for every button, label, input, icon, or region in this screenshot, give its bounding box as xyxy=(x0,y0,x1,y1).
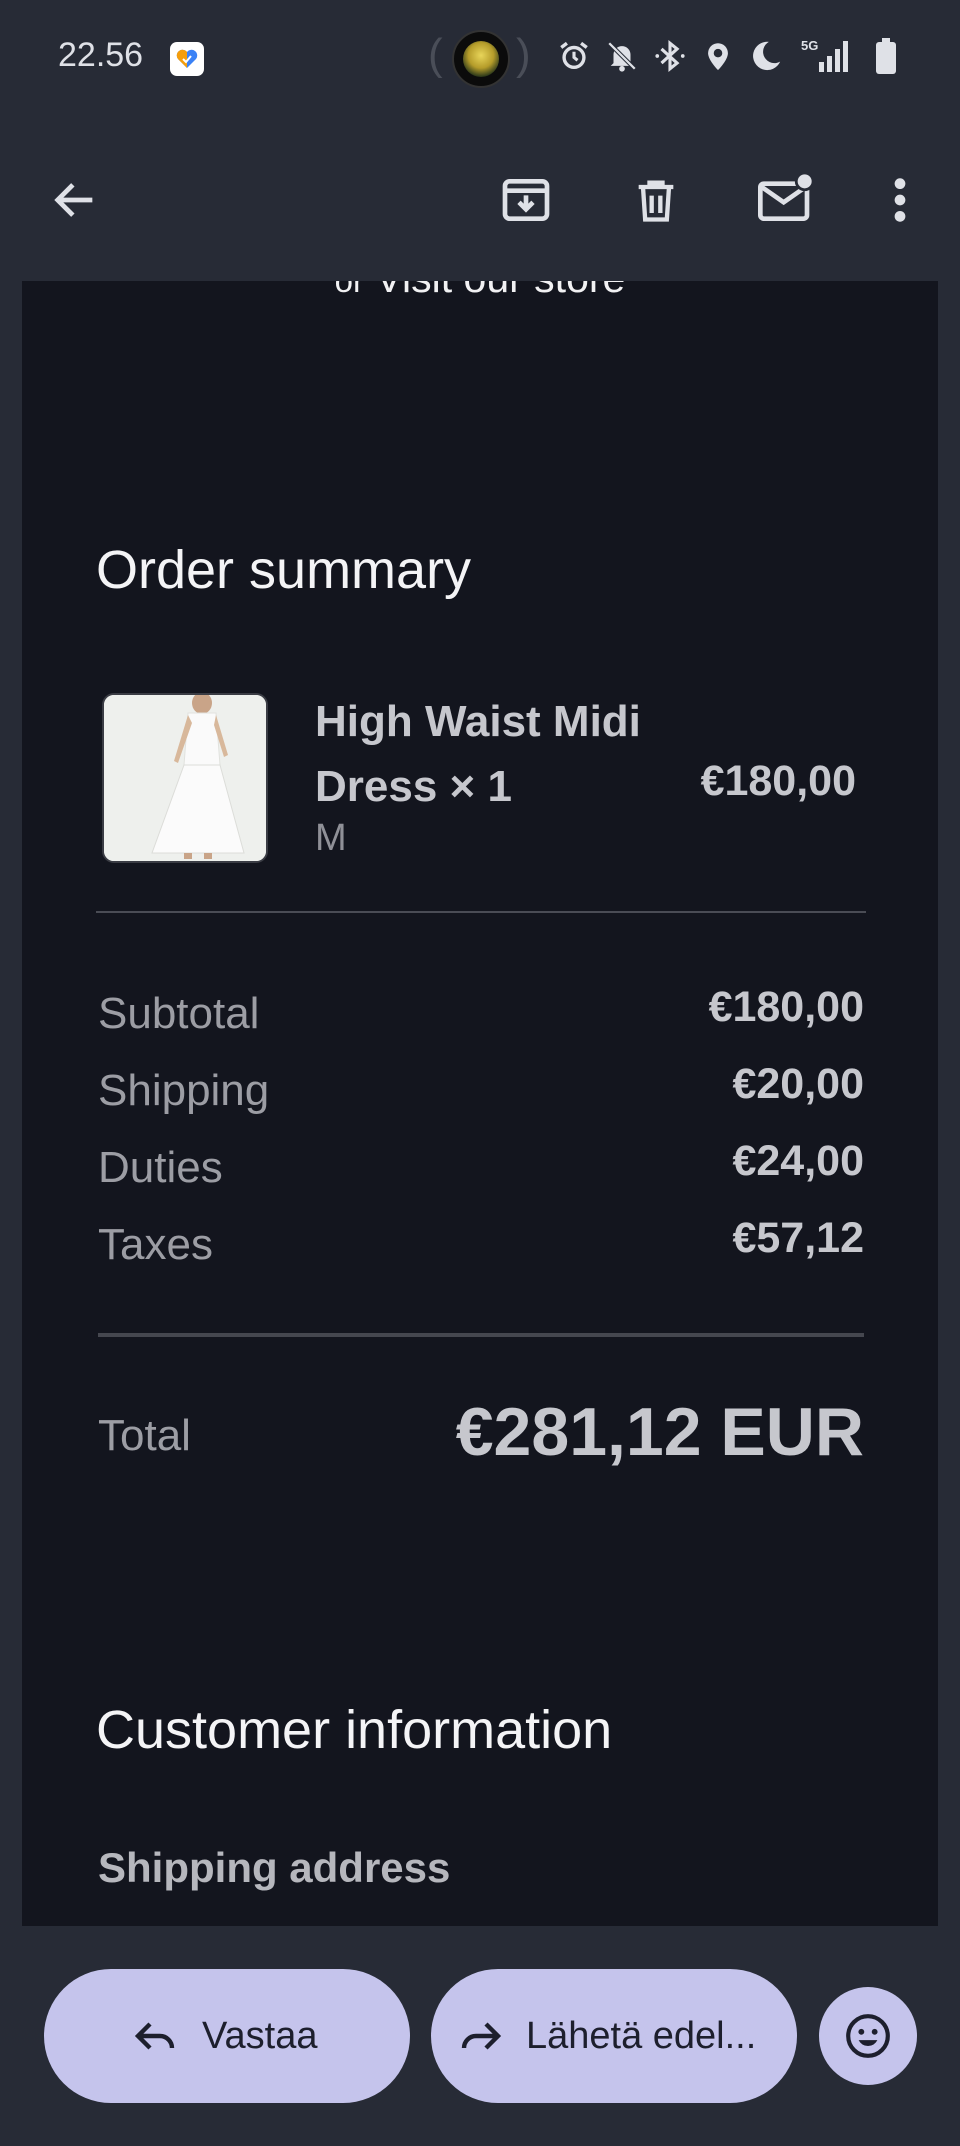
item-price: €180,00 xyxy=(700,757,856,805)
summary-value: €57,12 xyxy=(732,1214,864,1262)
front-camera-area: ( ) xyxy=(428,28,532,88)
shipping-address-label: Shipping address xyxy=(98,1844,451,1891)
do-not-disturb-moon-icon xyxy=(748,36,784,76)
visit-prefix: or xyxy=(335,281,364,299)
summary-row-taxes: Taxes €57,12 xyxy=(98,1214,864,1280)
email-app-bar xyxy=(0,115,960,281)
avatar xyxy=(452,30,510,88)
summary-row-shipping: Shipping €20,00 xyxy=(98,1060,864,1126)
visit-store-line: or Visit our store xyxy=(22,281,938,302)
notifications-off-icon xyxy=(604,36,640,76)
total-label: Total xyxy=(98,1411,191,1460)
status-bar: 22.56 ( ) 5G xyxy=(0,0,960,115)
forward-label: Lähetä edel... xyxy=(526,2014,757,2057)
visit-store-link[interactable]: Visit our store xyxy=(375,281,625,301)
summary-value: €180,00 xyxy=(708,983,864,1031)
emoji-react-icon xyxy=(846,2014,890,2058)
summary-label: Subtotal xyxy=(98,989,260,1038)
status-time: 22.56 xyxy=(58,36,144,74)
forward-icon xyxy=(461,2022,502,2050)
more-vert-icon xyxy=(894,178,906,222)
summary-value: €20,00 xyxy=(732,1060,864,1108)
summary-value: €24,00 xyxy=(732,1137,864,1185)
signal-5g-icon: 5G xyxy=(796,36,856,76)
customer-information-heading: Customer information xyxy=(96,1700,613,1760)
reply-label: Vastaa xyxy=(202,2014,318,2057)
archive-button[interactable] xyxy=(491,165,561,235)
total-value: €281,12 EUR xyxy=(455,1394,864,1470)
location-icon xyxy=(700,36,736,76)
archive-icon xyxy=(502,179,550,221)
summary-row-duties: Duties €24,00 xyxy=(98,1137,864,1203)
bluetooth-icon xyxy=(652,36,688,76)
alarm-icon xyxy=(556,36,592,76)
app-notification-icon xyxy=(170,42,204,76)
back-arrow-icon xyxy=(54,183,93,217)
back-button[interactable] xyxy=(40,165,110,235)
svg-text:5G: 5G xyxy=(801,38,818,53)
order-summary-heading: Order summary xyxy=(96,540,472,600)
mark-unread-button[interactable] xyxy=(751,165,821,235)
divider xyxy=(96,911,866,913)
bottom-action-bar: Vastaa Lähetä edel... xyxy=(0,1926,960,2146)
emoji-react-button[interactable] xyxy=(819,1987,917,2085)
mark-unread-icon xyxy=(758,172,815,221)
reply-button[interactable]: Vastaa xyxy=(44,1969,410,2103)
email-body: or Visit our store Order summary High Wa… xyxy=(22,281,938,1926)
forward-button[interactable]: Lähetä edel... xyxy=(431,1969,797,2103)
product-image xyxy=(102,693,268,863)
summary-label: Duties xyxy=(98,1143,223,1192)
status-icons: 5G xyxy=(556,36,904,76)
delete-icon xyxy=(638,180,674,222)
summary-label: Shipping xyxy=(98,1066,270,1115)
item-name: High Waist Midi Dress × 1 xyxy=(315,697,641,811)
item-variant: M xyxy=(315,817,347,859)
delete-button[interactable] xyxy=(621,165,691,235)
reply-icon xyxy=(134,2022,175,2050)
summary-row-subtotal: Subtotal €180,00 xyxy=(98,983,864,1049)
more-options-button[interactable] xyxy=(865,165,935,235)
summary-label: Taxes xyxy=(98,1220,213,1269)
divider xyxy=(98,1333,864,1337)
battery-icon xyxy=(868,36,904,76)
